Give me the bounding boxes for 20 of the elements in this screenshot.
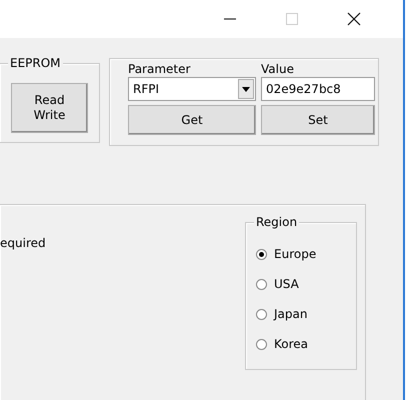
value-field[interactable]: 02e9e27bc8 [261, 77, 375, 101]
radio-button[interactable] [256, 338, 267, 350]
action-button[interactable]: Set [261, 105, 375, 135]
close-icon[interactable] [347, 12, 361, 26]
field-label: Value [261, 63, 295, 76]
radio-button[interactable] [256, 278, 267, 290]
read-write-button[interactable]: Read Write [11, 83, 88, 133]
radio-button[interactable] [256, 248, 267, 260]
action-button[interactable]: Get [128, 105, 256, 135]
status-text: equired [0, 236, 46, 250]
radio-label[interactable]: Europe [274, 247, 316, 261]
group-title: Region [254, 215, 300, 229]
field-label: Parameter [128, 63, 192, 76]
parameter-dropdown[interactable]: RFPI [128, 77, 256, 101]
radio-label[interactable]: Korea [274, 337, 308, 351]
dropdown-arrow-icon[interactable] [242, 86, 250, 92]
radio-label[interactable]: Japan [274, 307, 308, 321]
radio-label[interactable]: USA [274, 277, 299, 291]
group-title: EEPROM [8, 56, 63, 70]
radio-button[interactable] [256, 308, 267, 320]
